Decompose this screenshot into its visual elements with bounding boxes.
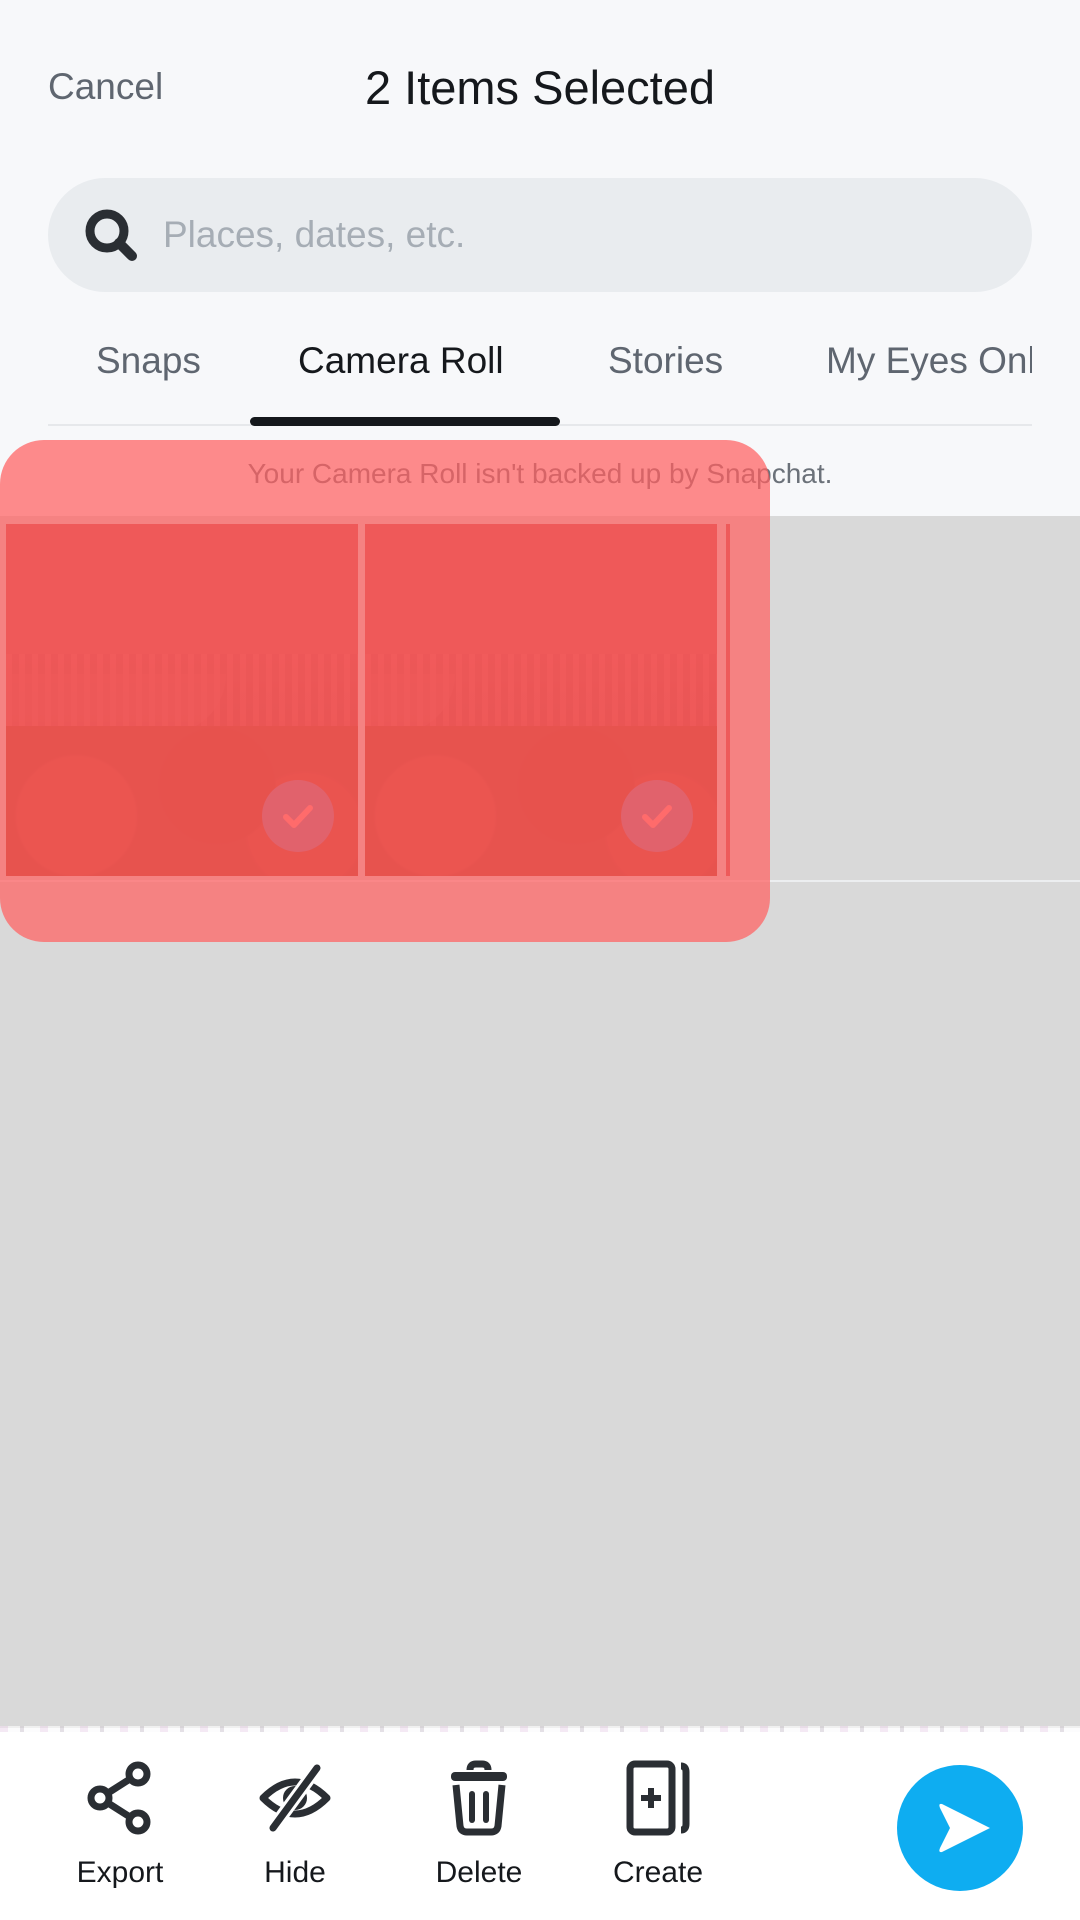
tab-camera-roll[interactable]: Camera Roll — [298, 340, 504, 382]
tab-my-eyes-only[interactable]: My Eyes Only — [826, 340, 1032, 382]
share-icon — [87, 1761, 151, 1835]
media-grid — [0, 516, 1080, 1728]
send-button[interactable] — [897, 1765, 1023, 1891]
header: Cancel 2 Items Selected — [0, 0, 1080, 170]
tab-snaps[interactable]: Snaps — [96, 340, 201, 382]
create-label: Create — [612, 1856, 704, 1889]
create-button[interactable]: Create — [583, 1758, 733, 1890]
tab-stories[interactable]: Stories — [608, 340, 723, 382]
send-arrow-icon — [939, 1803, 990, 1853]
search-input[interactable] — [163, 214, 1032, 256]
delete-label: Delete — [435, 1856, 523, 1889]
export-button[interactable]: Export — [45, 1758, 195, 1890]
export-label: Export — [76, 1856, 164, 1889]
active-tab-indicator — [250, 417, 560, 426]
checkmark-icon — [283, 805, 313, 828]
hide-button[interactable]: Hide — [220, 1758, 370, 1890]
search-bar[interactable] — [48, 178, 1032, 292]
media-thumbnail[interactable] — [6, 524, 358, 876]
grid-row — [0, 516, 1080, 882]
selected-badge[interactable] — [262, 780, 334, 852]
media-thumbnail[interactable] — [365, 524, 717, 876]
photo-bay — [6, 674, 226, 734]
hide-label: Hide — [264, 1856, 326, 1889]
backup-notice: Your Camera Roll isn't backed up by Snap… — [247, 458, 833, 489]
action-bar: Export Hide Delete Create — [0, 1732, 1080, 1920]
search-icon — [85, 209, 137, 261]
selected-badge[interactable] — [621, 780, 693, 852]
media-thumbnail-partial — [726, 524, 730, 876]
trash-icon — [451, 1760, 507, 1836]
delete-button[interactable]: Delete — [404, 1758, 554, 1890]
checkmark-icon — [642, 805, 672, 828]
page-title: 2 Items Selected — [364, 61, 716, 114]
tab-bar: Snaps Camera Roll Stories My Eyes Only — [48, 320, 1032, 426]
eye-off-icon — [259, 1764, 331, 1832]
add-page-icon — [626, 1760, 690, 1836]
